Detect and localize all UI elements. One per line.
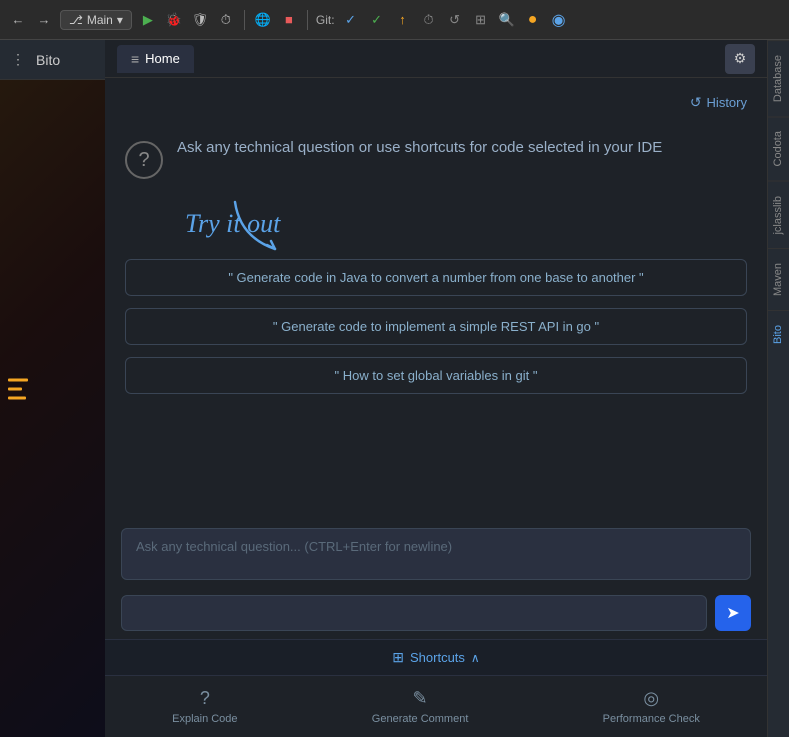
- home-tab-icon: ≡: [131, 51, 139, 67]
- settings-icon: ⚙: [734, 50, 747, 67]
- bottom-tabs: ? Explain Code ✎ Generate Comment ◎ Perf…: [105, 675, 767, 737]
- question-symbol: ?: [138, 149, 149, 172]
- history-row: ↺ History: [125, 94, 747, 111]
- bito-chat-panel: ≡ Home ⚙ ↺ History ? Ask any technic: [105, 40, 767, 737]
- prompt-text: Ask any technical question or use shortc…: [177, 137, 662, 160]
- suggestion-button-2[interactable]: " Generate code to implement a simple RE…: [125, 308, 747, 345]
- right-tab-database[interactable]: Database: [768, 40, 789, 116]
- back-button[interactable]: ←: [8, 10, 28, 30]
- ide-editor-bg: ⋮ Bito: [0, 40, 105, 737]
- send-icon: ➤: [726, 603, 739, 623]
- explain-code-tab[interactable]: ? Explain Code: [160, 684, 249, 729]
- change-indicator: [8, 378, 28, 381]
- prompt-area: ? Ask any technical question or use shor…: [125, 127, 747, 189]
- forward-button[interactable]: →: [34, 10, 54, 30]
- git-check-green[interactable]: ✓: [367, 10, 387, 30]
- generate-comment-label: Generate Comment: [372, 713, 469, 725]
- undo-button[interactable]: ↺: [445, 10, 465, 30]
- extra-button[interactable]: ◉: [549, 10, 569, 30]
- branch-selector[interactable]: ⎇ Main ▾: [60, 10, 132, 30]
- profile-button[interactable]: ⏱: [216, 10, 236, 30]
- search-toolbar-button[interactable]: 🔍: [497, 10, 517, 30]
- history-button[interactable]: ↺ History: [690, 94, 747, 111]
- right-tab-codota[interactable]: Codota: [768, 116, 789, 180]
- stop-button[interactable]: ■: [279, 10, 299, 30]
- input-extension-area: [121, 595, 707, 631]
- right-tab-bito[interactable]: Bito: [768, 310, 789, 358]
- input-area: [105, 518, 767, 589]
- history-label: History: [707, 95, 747, 110]
- branch-chevron: ▾: [117, 13, 123, 27]
- branch-label: Main: [87, 13, 113, 27]
- question-mark-icon: ?: [125, 141, 163, 179]
- branch-icon: ⎇: [69, 13, 83, 27]
- main-toolbar: ← → ⎇ Main ▾ ▶ 🐞 🛡 ⏱ 🌐 ■ Git: ✓ ✓ ↑ ⏱ ↺ …: [0, 0, 789, 40]
- git-history[interactable]: ⏱: [419, 10, 439, 30]
- sep1: [244, 10, 245, 30]
- settings-button[interactable]: ⚙: [725, 44, 755, 74]
- generate-comment-icon: ✎: [413, 688, 428, 709]
- shortcuts-label: Shortcuts: [410, 650, 465, 665]
- shortcuts-chevron-icon: ∧: [471, 651, 480, 665]
- update-button[interactable]: ●: [523, 10, 543, 30]
- change-indicator: [8, 387, 22, 390]
- sep2: [307, 10, 308, 30]
- bookmark-button[interactable]: ⊞: [471, 10, 491, 30]
- generate-comment-tab[interactable]: ✎ Generate Comment: [360, 684, 481, 729]
- right-tab-jclasslib[interactable]: jclasslib: [768, 181, 789, 249]
- performance-check-label: Performance Check: [603, 713, 700, 725]
- suggestion-button-3[interactable]: " How to set global variables in git ": [125, 357, 747, 394]
- panel-content: ↺ History ? Ask any technical question o…: [105, 78, 767, 518]
- performance-check-icon: ◎: [643, 688, 659, 709]
- performance-check-tab[interactable]: ◎ Performance Check: [591, 684, 712, 729]
- git-label: Git:: [316, 13, 335, 27]
- debug-button[interactable]: 🐞: [164, 10, 184, 30]
- right-tab-maven[interactable]: Maven: [768, 248, 789, 310]
- panel-menu-icon[interactable]: ⋮: [8, 50, 28, 70]
- run-button[interactable]: ▶: [138, 10, 158, 30]
- globe-button[interactable]: 🌐: [253, 10, 273, 30]
- question-input[interactable]: [121, 528, 751, 580]
- send-row: ➤: [105, 589, 767, 639]
- try-it-out-area: Try it out: [125, 201, 747, 247]
- main-area: ⋮ Bito ≡ Home ⚙ ↺ Hi: [0, 40, 789, 737]
- git-check-blue[interactable]: ✓: [341, 10, 361, 30]
- explain-code-label: Explain Code: [172, 713, 237, 725]
- shortcuts-icon: ⊞: [392, 649, 404, 666]
- home-tab[interactable]: ≡ Home: [117, 45, 194, 73]
- shortcuts-bar[interactable]: ⊞ Shortcuts ∧: [105, 639, 767, 675]
- change-indicator: [8, 396, 26, 399]
- bito-panel-title: Bito: [36, 52, 60, 68]
- send-button[interactable]: ➤: [715, 595, 751, 631]
- tab-bar: ≡ Home ⚙: [105, 40, 767, 78]
- suggestion-button-1[interactable]: " Generate code in Java to convert a num…: [125, 259, 747, 296]
- home-tab-label: Home: [145, 51, 180, 66]
- git-push[interactable]: ↑: [393, 10, 413, 30]
- try-it-out-arrow: [225, 197, 305, 257]
- explain-code-icon: ?: [200, 688, 210, 709]
- history-icon: ↺: [690, 94, 702, 111]
- right-panel-tabs: Database Codota jclasslib Maven Bito: [767, 40, 789, 737]
- coverage-button[interactable]: 🛡: [190, 10, 210, 30]
